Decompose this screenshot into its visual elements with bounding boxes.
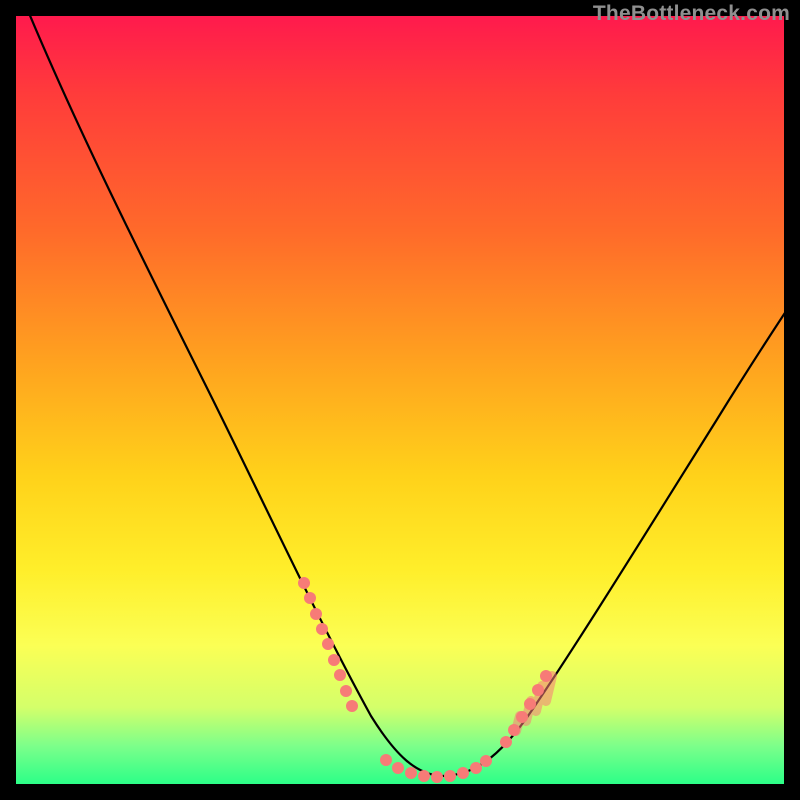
watermark-text: TheBottleneck.com: [593, 2, 790, 26]
gradient-background: [16, 16, 784, 784]
chart-frame: TheBottleneck.com: [16, 16, 784, 784]
